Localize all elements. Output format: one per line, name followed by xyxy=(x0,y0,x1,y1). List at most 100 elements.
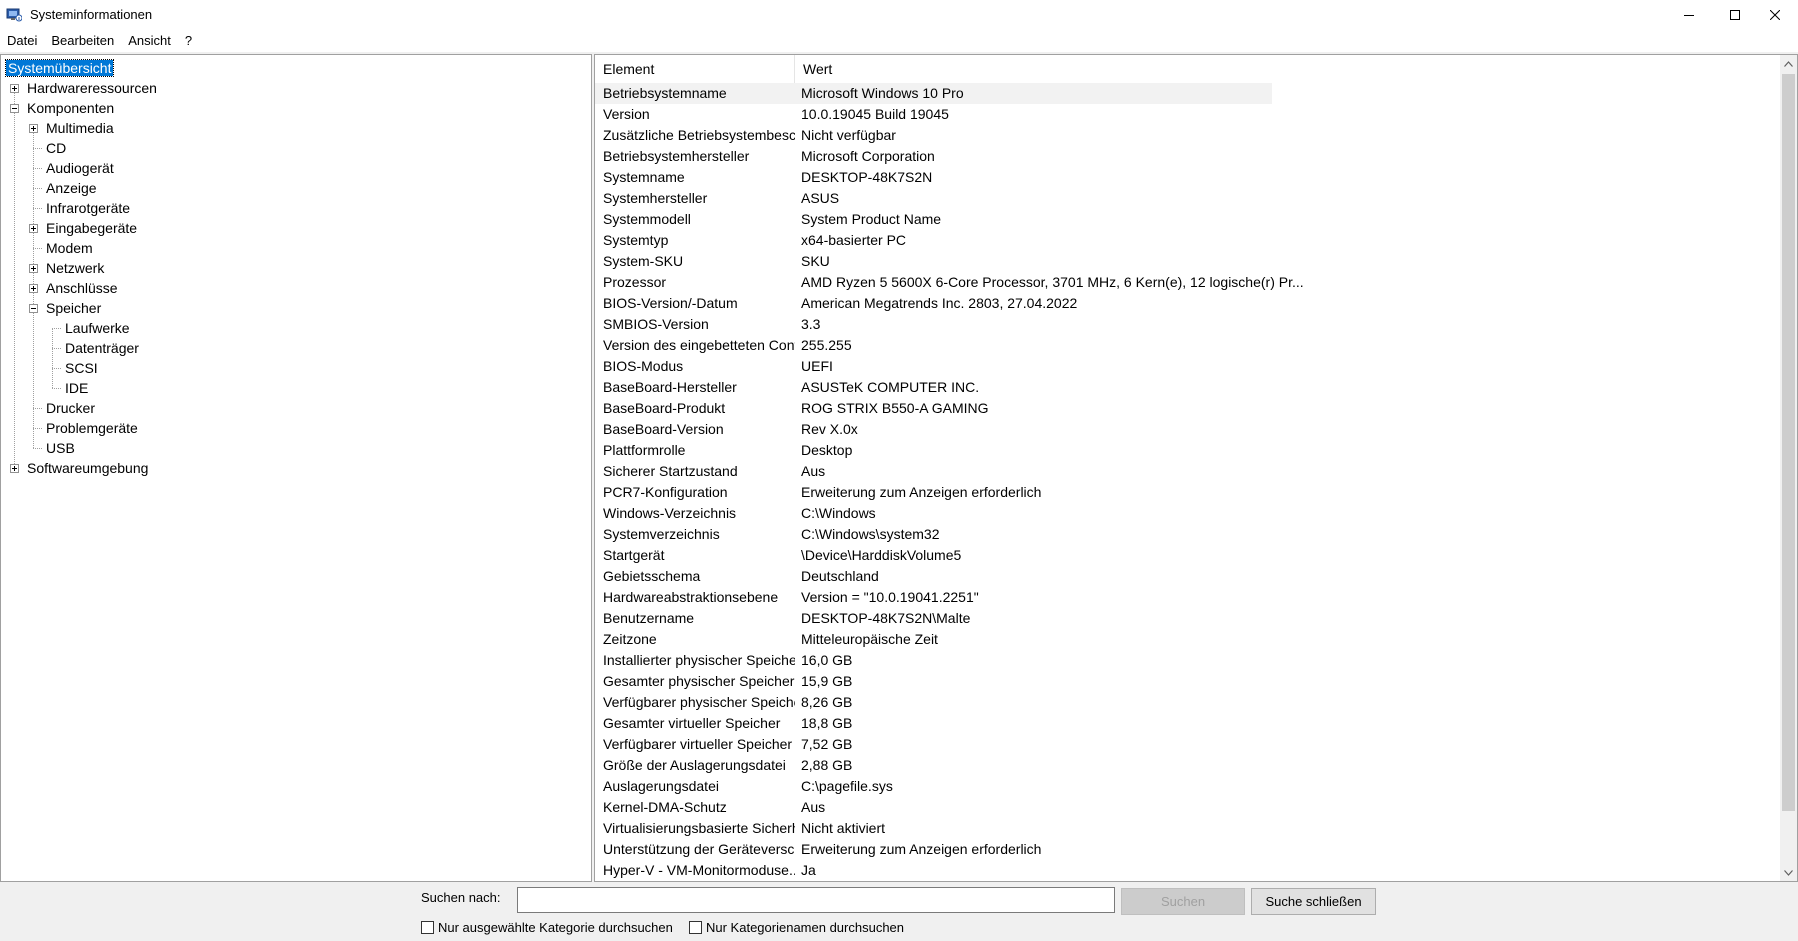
expand-icon[interactable] xyxy=(29,124,38,133)
table-row[interactable]: Version 10.0.19045 Build 19045 xyxy=(595,104,1775,125)
value-cell: 8,26 GB xyxy=(801,694,853,710)
tree-item-systemübersicht[interactable]: Systemübersicht xyxy=(4,58,115,78)
tree-item-audiogerät[interactable]: Audiogerät xyxy=(44,158,116,178)
table-row[interactable]: Betriebsystemhersteller Microsoft Corpora… xyxy=(595,146,1775,167)
table-row[interactable]: Startgerät \Device\HarddiskVolume5 xyxy=(595,545,1775,566)
collapse-icon[interactable] xyxy=(10,104,19,113)
element-cell: System-SKU xyxy=(603,253,684,269)
table-row[interactable]: Virtualisierungsbasierte Sicherh... Nicht… xyxy=(595,818,1775,839)
table-row[interactable]: Zeitzone Mitteleuropäische Zeit xyxy=(595,629,1775,650)
scroll-down-button[interactable] xyxy=(1780,864,1797,881)
tree-item-modem[interactable]: Modem xyxy=(44,238,95,258)
table-row[interactable]: Gesamter virtueller Speicher 18,8 GB xyxy=(595,713,1775,734)
tree-item-multimedia[interactable]: Multimedia xyxy=(44,118,116,138)
table-row[interactable]: Gesamter physischer Speicher 15,9 GB xyxy=(595,671,1775,692)
tree-item-usb[interactable]: USB xyxy=(44,438,77,458)
element-cell: Verfügbarer virtueller Speicher xyxy=(603,736,793,752)
tree-item-speicher[interactable]: Speicher xyxy=(44,298,103,318)
table-row[interactable]: Unterstützung der Geräteversc... Erweiter… xyxy=(595,839,1775,860)
element-cell: Zusätzliche Betriebsystembesch... xyxy=(603,127,795,143)
chevron-up-icon xyxy=(1784,60,1793,67)
tree-item-laufwerke[interactable]: Laufwerke xyxy=(63,318,132,338)
table-row[interactable]: Benutzername DESKTOP-48K7S2N\Malte xyxy=(595,608,1775,629)
menu-bar: Datei Bearbeiten Ansicht ? xyxy=(0,30,1798,52)
table-row[interactable]: Installierter physischer Speicher... 16,0… xyxy=(595,650,1775,671)
column-header-element[interactable]: Element xyxy=(595,55,795,83)
table-row[interactable]: Systemtyp x64-basierter PC xyxy=(595,230,1775,251)
table-row[interactable]: Verfügbarer virtueller Speicher 7,52 GB xyxy=(595,734,1775,755)
value-cell: DESKTOP-48K7S2N xyxy=(801,169,933,185)
tree-item-problemgeräte[interactable]: Problemgeräte xyxy=(44,418,140,438)
vertical-scrollbar[interactable] xyxy=(1780,55,1797,881)
table-row[interactable]: PCR7-Konfiguration Erweiterung zum Anzeig… xyxy=(595,482,1775,503)
expand-icon[interactable] xyxy=(29,284,38,293)
expand-icon[interactable] xyxy=(29,224,38,233)
close-button[interactable] xyxy=(1752,0,1798,30)
menu-view[interactable]: Ansicht xyxy=(121,30,178,52)
tree-item-komponenten[interactable]: Komponenten xyxy=(25,98,116,118)
tree-item-anschlüsse[interactable]: Anschlüsse xyxy=(44,278,120,298)
scrollbar-thumb[interactable] xyxy=(1782,74,1795,811)
search-button[interactable]: Suchen xyxy=(1121,888,1245,915)
table-row[interactable]: Hyper-V - VM-Monitormoduse... Ja xyxy=(595,860,1775,881)
close-search-button-label: Suche schließen xyxy=(1265,894,1362,909)
table-row[interactable]: Betriebsystemname Microsoft Windows 10 Pr… xyxy=(595,83,1272,104)
table-row[interactable]: Systemverzeichnis C:\Windows\system32 xyxy=(595,524,1775,545)
expand-icon[interactable] xyxy=(10,464,19,473)
table-row[interactable]: Zusätzliche Betriebsystembesch... Nicht v… xyxy=(595,125,1775,146)
table-row[interactable]: Größe der Auslagerungsdatei 2,88 GB xyxy=(595,755,1775,776)
tree-item-hardwareressourcen[interactable]: Hardwareressourcen xyxy=(25,78,159,98)
menu-help[interactable]: ? xyxy=(178,30,199,52)
table-row[interactable]: Windows-Verzeichnis C:\Windows xyxy=(595,503,1775,524)
table-row[interactable]: SMBIOS-Version 3.3 xyxy=(595,314,1775,335)
tree-item-datenträger[interactable]: Datenträger xyxy=(63,338,141,358)
table-row[interactable]: Hardwareabstraktionsebene Version = "10.0… xyxy=(595,587,1775,608)
table-row[interactable]: BIOS-Modus UEFI xyxy=(595,356,1775,377)
table-row[interactable]: Version des eingebetteten Cont... 255.255 xyxy=(595,335,1775,356)
table-row[interactable]: Verfügbarer physischer Speicher 8,26 GB xyxy=(595,692,1775,713)
checkbox-selected-category[interactable]: Nur ausgewählte Kategorie durchsuchen xyxy=(421,920,673,935)
scroll-up-button[interactable] xyxy=(1780,55,1797,72)
tree-connector xyxy=(33,188,42,189)
tree-item-netzwerk[interactable]: Netzwerk xyxy=(44,258,106,278)
table-row[interactable]: BaseBoard-Produkt ROG STRIX B550-A GAMING xyxy=(595,398,1775,419)
tree-item-anzeige[interactable]: Anzeige xyxy=(44,178,99,198)
checkbox-box[interactable] xyxy=(421,921,434,934)
column-header-value[interactable]: Wert xyxy=(795,55,1272,83)
table-row[interactable]: System-SKU SKU xyxy=(595,251,1775,272)
checkbox-box[interactable] xyxy=(689,921,702,934)
table-row[interactable]: Kernel-DMA-Schutz Aus xyxy=(595,797,1775,818)
table-row[interactable]: Systemname DESKTOP-48K7S2N xyxy=(595,167,1775,188)
tree-item-drucker[interactable]: Drucker xyxy=(44,398,97,418)
table-row[interactable]: Systemmodell System Product Name xyxy=(595,209,1775,230)
tree-item-softwareumgebung[interactable]: Softwareumgebung xyxy=(25,458,150,478)
table-row[interactable]: BaseBoard-Version Rev X.0x xyxy=(595,419,1775,440)
value-cell: 18,8 GB xyxy=(801,715,853,731)
table-row[interactable]: Sicherer Startzustand Aus xyxy=(595,461,1775,482)
minimize-button[interactable] xyxy=(1666,0,1712,30)
element-cell: Installierter physischer Speicher... xyxy=(603,652,795,668)
checkbox-category-names[interactable]: Nur Kategorienamen durchsuchen xyxy=(689,920,904,935)
tree-item-cd[interactable]: CD xyxy=(44,138,68,158)
table-row[interactable]: BaseBoard-Hersteller ASUSTeK COMPUTER INC… xyxy=(595,377,1775,398)
menu-edit[interactable]: Bearbeiten xyxy=(44,30,121,52)
menu-file[interactable]: Datei xyxy=(0,30,44,52)
element-cell: Betriebsystemname xyxy=(603,85,727,101)
tree-item-infrarotgeräte[interactable]: Infrarotgeräte xyxy=(44,198,132,218)
expand-icon[interactable] xyxy=(29,264,38,273)
expand-icon[interactable] xyxy=(10,84,19,93)
tree-item-eingabegeräte[interactable]: Eingabegeräte xyxy=(44,218,139,238)
table-row[interactable]: BIOS-Version/-Datum American Megatrends I… xyxy=(595,293,1775,314)
collapse-icon[interactable] xyxy=(29,304,38,313)
tree-item-label: IDE xyxy=(65,380,89,396)
table-row[interactable]: Auslagerungsdatei C:\pagefile.sys xyxy=(595,776,1775,797)
value-cell: ASUSTeK COMPUTER INC. xyxy=(801,379,980,395)
table-row[interactable]: Systemhersteller ASUS xyxy=(595,188,1775,209)
close-search-button[interactable]: Suche schließen xyxy=(1251,888,1376,915)
tree-item-ide[interactable]: IDE xyxy=(63,378,90,398)
table-row[interactable]: Gebietsschema Deutschland xyxy=(595,566,1775,587)
tree-item-scsi[interactable]: SCSI xyxy=(63,358,100,378)
table-row[interactable]: Prozessor AMD Ryzen 5 5600X 6-Core Proces… xyxy=(595,272,1775,293)
search-input[interactable] xyxy=(517,887,1115,913)
table-row[interactable]: Plattformrolle Desktop xyxy=(595,440,1775,461)
